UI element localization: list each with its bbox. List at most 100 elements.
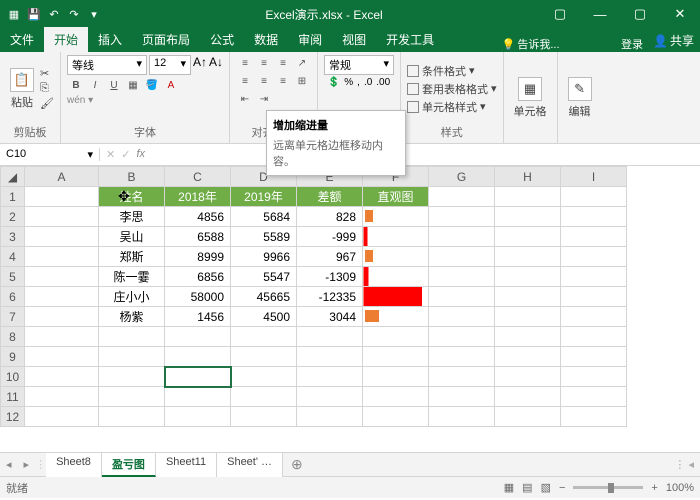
close-icon[interactable]: ✕ xyxy=(660,0,700,28)
merge-button[interactable]: ⊞ xyxy=(293,73,311,89)
tab-公式[interactable]: 公式 xyxy=(200,27,244,52)
row-header-1[interactable]: 1 xyxy=(1,187,25,207)
number-format-select[interactable]: 常规▾ xyxy=(324,55,394,75)
fx-icon[interactable]: fx xyxy=(136,148,145,161)
tab-页面布局[interactable]: 页面布局 xyxy=(132,27,200,52)
login-button[interactable]: 登录 xyxy=(617,36,647,52)
cell-bar[interactable] xyxy=(363,227,429,247)
row-header-6[interactable]: 6 xyxy=(1,287,25,307)
cell-name[interactable]: 陈一霎 xyxy=(99,267,165,287)
decrease-indent-icon[interactable]: ⇤ xyxy=(236,91,254,107)
cell-y18[interactable]: 58000 xyxy=(165,287,231,307)
row-header-4[interactable]: 4 xyxy=(1,247,25,267)
copy-button[interactable]: ⎘ xyxy=(40,82,54,95)
align-center-icon[interactable]: ≡ xyxy=(255,73,273,89)
border-button[interactable]: ▦ xyxy=(124,77,142,93)
data-header[interactable]: 直观图 xyxy=(363,187,429,207)
cell-name[interactable]: 郑斯 xyxy=(99,247,165,267)
ribbon-options-icon[interactable]: ▢ xyxy=(540,0,580,28)
cell-diff[interactable]: 967 xyxy=(297,247,363,267)
cell-diff[interactable]: 828 xyxy=(297,207,363,227)
data-header[interactable]: 差额 xyxy=(297,187,363,207)
view-normal-icon[interactable]: ▦ xyxy=(504,481,514,494)
underline-button[interactable]: U xyxy=(105,77,123,93)
currency-button[interactable]: 💲 xyxy=(328,77,340,88)
minimize-icon[interactable]: — xyxy=(580,0,620,28)
cell-bar[interactable] xyxy=(363,207,429,227)
sheet-tab-0[interactable]: Sheet8 xyxy=(46,453,102,477)
select-all[interactable]: ◢ xyxy=(1,167,25,187)
cell-name[interactable]: 李思 xyxy=(99,207,165,227)
zoom-level[interactable]: 100% xyxy=(666,482,694,494)
tell-me[interactable]: 💡告诉我... xyxy=(498,36,564,52)
cell-bar[interactable] xyxy=(363,307,429,327)
cell-bar[interactable] xyxy=(363,247,429,267)
row-header-7[interactable]: 7 xyxy=(1,307,25,327)
tab-数据[interactable]: 数据 xyxy=(244,27,288,52)
col-header-A[interactable]: A xyxy=(25,167,99,187)
cell-y18[interactable]: 6856 xyxy=(165,267,231,287)
zoom-in-icon[interactable]: + xyxy=(651,482,657,494)
bold-button[interactable]: B xyxy=(67,77,85,93)
col-header-H[interactable]: H xyxy=(495,167,561,187)
tab-审阅[interactable]: 审阅 xyxy=(288,27,332,52)
zoom-out-icon[interactable]: − xyxy=(559,482,565,494)
cell-y19[interactable]: 5589 xyxy=(231,227,297,247)
sheet-nav-prev[interactable]: ◂ xyxy=(0,458,18,471)
font-color-button[interactable]: A xyxy=(162,77,180,93)
sheet-tab-2[interactable]: Sheet11 xyxy=(156,453,217,477)
editing-button[interactable]: ✎编辑 xyxy=(564,75,596,121)
share-button[interactable]: 👤共享 xyxy=(647,29,700,52)
tab-scroll-icon[interactable]: ⋮ ◂ xyxy=(668,458,700,471)
row-header-3[interactable]: 3 xyxy=(1,227,25,247)
increase-indent-icon[interactable]: ⇥ xyxy=(255,91,273,107)
align-right-icon[interactable]: ≡ xyxy=(274,73,292,89)
save-icon[interactable]: 💾 xyxy=(26,6,42,22)
italic-button[interactable]: I xyxy=(86,77,104,93)
sheet-nav-next[interactable]: ▸ xyxy=(18,458,36,471)
phonetic-button[interactable]: wén ▾ xyxy=(67,95,93,106)
format-painter-button[interactable]: 🖌 xyxy=(40,97,54,110)
tab-插入[interactable]: 插入 xyxy=(88,27,132,52)
tab-开始[interactable]: 开始 xyxy=(44,27,88,52)
cell-name[interactable]: 杨紫 xyxy=(99,307,165,327)
increase-decimal-icon[interactable]: .0 xyxy=(364,77,372,88)
qat-dropdown-icon[interactable]: ▾ xyxy=(86,6,102,22)
sheet-tab-3[interactable]: Sheet' … xyxy=(217,453,283,477)
decrease-font-icon[interactable]: A↓ xyxy=(209,55,223,75)
data-header[interactable]: 2018年 xyxy=(165,187,231,207)
align-top-icon[interactable]: ≡ xyxy=(236,55,254,71)
undo-icon[interactable]: ↶ xyxy=(46,6,62,22)
col-header-G[interactable]: G xyxy=(429,167,495,187)
col-header-I[interactable]: I xyxy=(561,167,627,187)
decrease-decimal-icon[interactable]: .00 xyxy=(376,77,390,88)
align-middle-icon[interactable]: ≡ xyxy=(255,55,273,71)
row-header-2[interactable]: 2 xyxy=(1,207,25,227)
percent-button[interactable]: % xyxy=(344,77,353,88)
view-layout-icon[interactable]: ▤ xyxy=(522,481,532,494)
comma-button[interactable]: , xyxy=(357,77,360,88)
tab-视图[interactable]: 视图 xyxy=(332,27,376,52)
cell-y18[interactable]: 4856 xyxy=(165,207,231,227)
cell-diff[interactable]: -12335 xyxy=(297,287,363,307)
align-left-icon[interactable]: ≡ xyxy=(236,73,254,89)
cell-name[interactable]: 庄小小 xyxy=(99,287,165,307)
row-header-8[interactable]: 8 xyxy=(1,327,25,347)
cell-diff[interactable]: -1309 xyxy=(297,267,363,287)
row-header-12[interactable]: 12 xyxy=(1,407,25,427)
add-sheet-button[interactable]: ⊕ xyxy=(283,456,311,473)
format-table-button[interactable]: 套用表格格式▾ xyxy=(407,80,497,98)
cell-bar[interactable] xyxy=(363,287,429,307)
data-header[interactable]: 2019年 xyxy=(231,187,297,207)
cell-y19[interactable]: 5684 xyxy=(231,207,297,227)
row-header-5[interactable]: 5 xyxy=(1,267,25,287)
tab-开发工具[interactable]: 开发工具 xyxy=(376,27,444,52)
cell-y18[interactable]: 1456 xyxy=(165,307,231,327)
cell-diff[interactable]: -999 xyxy=(297,227,363,247)
cell-y19[interactable]: 5547 xyxy=(231,267,297,287)
view-break-icon[interactable]: ▧ xyxy=(541,481,551,494)
tab-文件[interactable]: 文件 xyxy=(0,27,44,52)
cell-name[interactable]: 吴山 xyxy=(99,227,165,247)
sheet-tab-1[interactable]: 盈亏图 xyxy=(102,453,156,477)
spreadsheet-grid[interactable]: ◢ABCDEFGHI1姓名2018年2019年差额直观图2 李思 4856 56… xyxy=(0,166,700,452)
